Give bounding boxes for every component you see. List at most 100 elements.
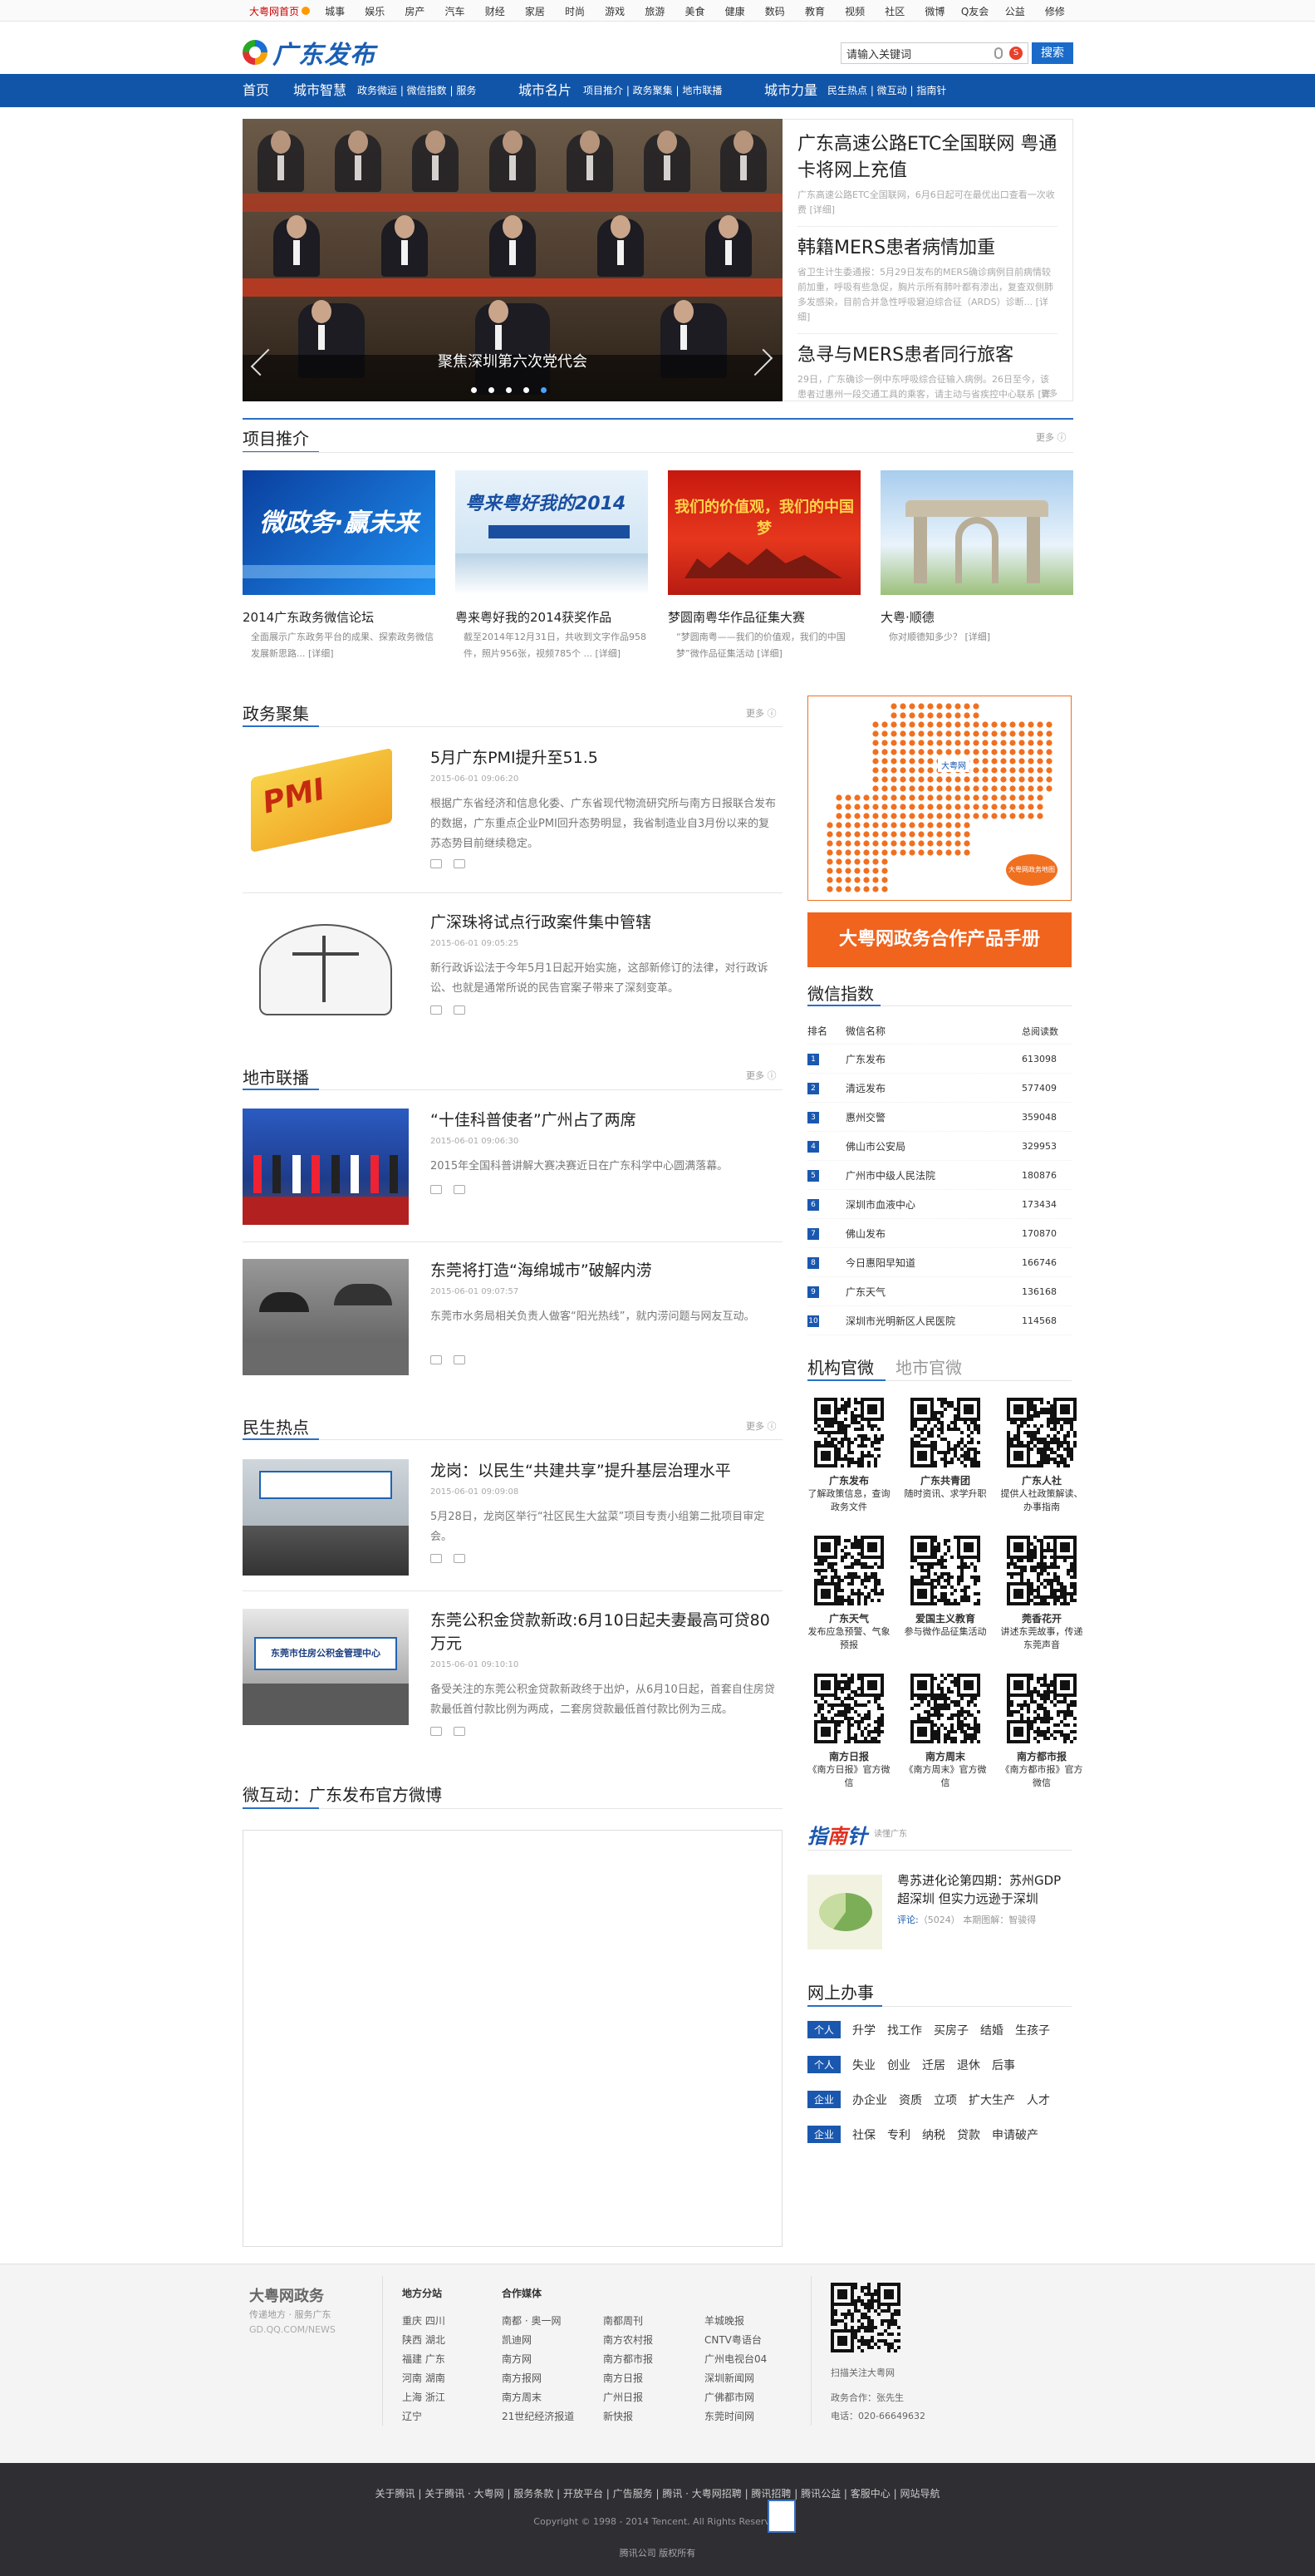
qr-code[interactable] [814, 1536, 884, 1605]
nav-city-card-sub[interactable]: 项目推介 | 政务聚集 | 地市联播 [583, 74, 722, 107]
qr-code[interactable] [910, 1398, 980, 1467]
bottom-links[interactable]: 关于腾讯 | 关于腾讯 · 大粤网 | 服务条款 | 开放平台 | 广告服务 |… [0, 2486, 1315, 2500]
qr-code[interactable] [910, 1674, 980, 1743]
top-nav-item[interactable]: 财经 [475, 4, 515, 18]
service-link[interactable]: 升学 [852, 2022, 876, 2038]
nav-home[interactable]: 首页 [243, 74, 269, 107]
share-icon[interactable] [454, 859, 465, 868]
product-manual-banner[interactable]: 大粤网政务合作产品手册 [807, 912, 1072, 967]
project-title[interactable]: 大粤·顺德 [881, 608, 1073, 626]
org-name[interactable]: 广东发布 [807, 1474, 891, 1487]
footer-link[interactable]: 南方周末 [502, 2388, 574, 2407]
qr-code[interactable] [814, 1674, 884, 1743]
qr-code[interactable] [1007, 1536, 1077, 1605]
footer-link[interactable]: 河南 湖南 [402, 2369, 445, 2388]
guide-title[interactable]: 粤苏进化论第四期：苏州GDP超深圳 但实力远逊于深圳 [897, 1871, 1072, 1908]
footer-link[interactable]: 南都周刊 [603, 2312, 653, 2331]
headline-more-link[interactable]: 更多 [1041, 386, 1057, 399]
top-nav-item[interactable]: 美食 [675, 4, 714, 18]
news-title[interactable]: 龙岗：以民生“共建共享”提升基层治理水平 [430, 1459, 779, 1482]
slider-dot[interactable] [523, 387, 529, 393]
service-link[interactable]: 立项 [934, 2092, 957, 2108]
service-link[interactable]: 找工作 [887, 2022, 922, 2038]
wechat-name[interactable]: 深圳市血液中心 [846, 1197, 1022, 1212]
weibo-embed-frame[interactable] [243, 1830, 783, 2247]
featured-slider[interactable]: 聚焦深圳第六次党代会 [243, 119, 783, 401]
footer-link[interactable]: 新快报 [603, 2407, 653, 2426]
nav-city-power[interactable]: 城市力量 [764, 74, 817, 107]
news-title[interactable]: 5月广东PMI提升至51.5 [430, 746, 779, 769]
projects-more-link[interactable]: 更多 ⓘ [1036, 430, 1067, 444]
headline-title[interactable]: 广东高速公路ETC全国联网 粤通卡将网上充值 [797, 131, 1057, 184]
service-link[interactable]: 人才 [1027, 2092, 1050, 2108]
guide-chart-image[interactable] [807, 1875, 882, 1949]
top-nav-item[interactable]: 游戏 [595, 4, 635, 18]
comment-icon[interactable] [430, 1185, 442, 1194]
footer-link[interactable]: 南方报网 [502, 2369, 574, 2388]
comment-icon[interactable] [430, 859, 442, 868]
footer-link[interactable]: 辽宁 [402, 2407, 445, 2426]
qr-code[interactable] [1007, 1674, 1077, 1743]
footer-link[interactable]: 南方农村报 [603, 2331, 653, 2350]
service-link[interactable]: 买房子 [934, 2022, 969, 2038]
wechat-name[interactable]: 清远发布 [846, 1081, 1022, 1095]
top-nav-item[interactable]: 娱乐 [355, 4, 395, 18]
top-nav-item[interactable]: 公益 [995, 4, 1035, 18]
slider-dot[interactable] [488, 387, 494, 393]
footer-link[interactable]: 羊城晚报 [704, 2312, 767, 2331]
table-row[interactable]: 8 今日惠阳早知道 166746 [807, 1248, 1072, 1277]
news-image[interactable]: 东莞市住房公积金管理中心 [243, 1609, 409, 1725]
service-link[interactable]: 生孩子 [1015, 2022, 1050, 2038]
tab-org-weixin[interactable]: 机构官微 [807, 1354, 874, 1379]
gov-map-banner[interactable]: 大粤网 大粤网政务地图 [807, 696, 1072, 901]
project-card[interactable]: 粤来粤好我的2014 粤来粤好我的2014获奖作品 截至2014年12月31日，… [455, 470, 648, 670]
live-more-link[interactable]: 更多 ⓘ [746, 1419, 777, 1433]
news-image[interactable] [243, 1459, 409, 1576]
search-button[interactable]: 搜索 [1032, 42, 1073, 64]
top-nav-item[interactable]: 社区 [875, 4, 915, 18]
footer-link[interactable]: 南都 · 奥一网 [502, 2312, 574, 2331]
org-name[interactable]: 广东人社 [1000, 1474, 1083, 1487]
footer-link[interactable]: 南方日报 [603, 2369, 653, 2388]
project-title[interactable]: 粤来粤好我的2014获奖作品 [455, 608, 648, 626]
top-nav-item[interactable]: 城事 [315, 4, 355, 18]
service-link[interactable]: 结婚 [980, 2022, 1003, 2038]
service-link[interactable]: 专利 [887, 2126, 910, 2143]
news-image[interactable] [243, 911, 409, 1027]
table-row[interactable]: 3 惠州交警 359048 [807, 1103, 1072, 1132]
service-link[interactable]: 扩大生产 [969, 2092, 1015, 2108]
service-link[interactable]: 资质 [899, 2092, 922, 2108]
top-nav-item[interactable]: 时尚 [555, 4, 595, 18]
tab-city-weixin[interactable]: 地市官微 [895, 1354, 962, 1379]
footer-brand[interactable]: 大粤网政务 [249, 2284, 324, 2306]
footer-link[interactable]: 广州电视台04 [704, 2350, 767, 2369]
wechat-name[interactable]: 深圳市光明新区人民医院 [846, 1314, 1022, 1328]
headline-title[interactable]: 急寻与MERS患者同行旅客 [797, 342, 1057, 369]
comment-icon[interactable] [430, 1554, 442, 1563]
news-image[interactable] [243, 1109, 409, 1225]
guide-logo[interactable]: 指南针 [807, 1820, 867, 1849]
top-nav-item[interactable]: 旅游 [635, 4, 675, 18]
wechat-name[interactable]: 广东发布 [846, 1052, 1022, 1066]
headline-title[interactable]: 韩籍MERS患者病情加重 [797, 235, 1057, 262]
trust-badge-icon[interactable] [768, 2500, 796, 2533]
share-icon[interactable] [454, 1554, 465, 1563]
table-row[interactable]: 1 广东发布 613098 [807, 1045, 1072, 1074]
service-link[interactable]: 迁居 [922, 2057, 945, 2073]
org-name[interactable]: 南方周末 [904, 1750, 987, 1763]
org-name[interactable]: 广东天气 [807, 1612, 891, 1625]
slider-caption[interactable]: 聚焦深圳第六次党代会 [243, 350, 783, 371]
nav-city-card[interactable]: 城市名片 [518, 74, 572, 107]
news-title[interactable]: 东莞将打造“海绵城市”破解内涝 [430, 1259, 779, 1282]
top-nav-item[interactable]: 家居 [515, 4, 555, 18]
slider-dot-active[interactable] [541, 387, 547, 393]
top-nav-item[interactable]: 房产 [395, 4, 434, 18]
footer-link[interactable]: CNTV粤语台 [704, 2331, 767, 2350]
org-name[interactable]: 爱国主义教育 [904, 1612, 987, 1625]
project-card[interactable]: 我们的价值观，我们的中国梦 梦圆南粤华作品征集大赛 “梦圆南粤——我们的价值观，… [668, 470, 861, 670]
qr-code[interactable] [814, 1398, 884, 1467]
top-nav-item[interactable]: 教育 [795, 4, 835, 18]
table-row[interactable]: 5 广州市中级人民法院 180876 [807, 1161, 1072, 1190]
share-icon[interactable] [454, 1185, 465, 1194]
slider-dot[interactable] [506, 387, 512, 393]
